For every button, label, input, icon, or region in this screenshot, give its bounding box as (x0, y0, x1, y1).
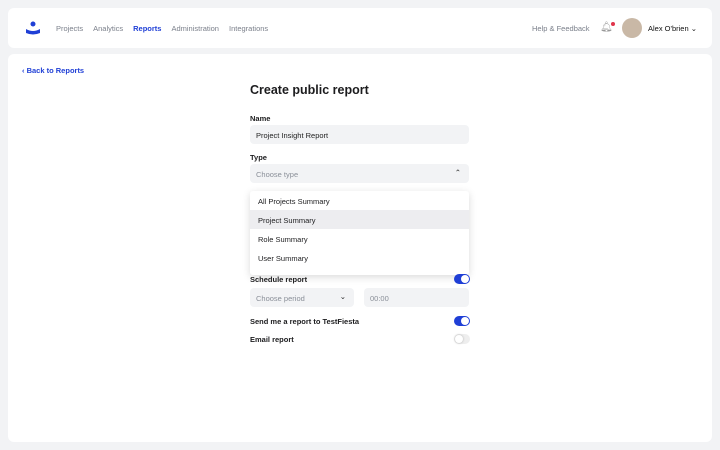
type-placeholder: Choose type (256, 170, 299, 179)
email-toggle[interactable] (454, 334, 470, 344)
back-label: Back to Reports (26, 66, 85, 75)
email-label: Email report (250, 335, 294, 344)
notification-dot (610, 22, 615, 26)
type-label: Type (250, 153, 267, 162)
type-option[interactable]: User Summary (250, 248, 469, 267)
app-logo-icon[interactable] (25, 21, 41, 35)
help-feedback-link[interactable]: Help & Feedback (532, 24, 590, 33)
type-option[interactable]: Project Summary (250, 210, 469, 229)
avatar[interactable] (622, 18, 642, 38)
chevron-down-icon: ⌄ (690, 24, 698, 33)
nav-reports[interactable]: Reports (133, 24, 161, 33)
send-toggle[interactable] (454, 316, 470, 326)
schedule-label: Schedule report (250, 275, 308, 284)
chevron-down-icon: ⌄ (339, 292, 346, 301)
top-nav-bar: Projects Analytics Reports Administratio… (8, 8, 712, 48)
name-input[interactable]: Project Insight Report (250, 125, 469, 144)
period-select[interactable]: Choose period ⌄ (250, 288, 354, 307)
page-title: Create public report (250, 83, 369, 97)
main-panel: ‹ Back to Reports Create public report N… (8, 54, 712, 442)
nav-analytics[interactable]: Analytics (93, 24, 123, 33)
schedule-toggle[interactable] (454, 274, 470, 284)
chevron-up-icon: ⌃ (454, 168, 461, 177)
period-placeholder: Choose period (256, 294, 305, 303)
name-label: Name (250, 114, 271, 123)
nav-integrations[interactable]: Integrations (229, 24, 268, 33)
time-placeholder: 00:00 (370, 294, 389, 303)
type-select[interactable]: Choose type ⌃ (250, 164, 469, 183)
send-label: Send me a report to TestFiesta (250, 317, 360, 326)
type-dropdown: All Projects Summary Project Summary Rol… (250, 191, 469, 275)
bell-icon[interactable]: 🔔︎ (600, 22, 615, 33)
nav-administration[interactable]: Administration (171, 24, 219, 33)
user-name: Alex O'brien (648, 24, 689, 33)
time-input[interactable]: 00:00 (364, 288, 469, 307)
type-option[interactable]: All Projects Summary (250, 191, 469, 210)
nav-projects[interactable]: Projects (56, 24, 83, 33)
type-option[interactable]: Role Summary (250, 229, 469, 248)
user-menu[interactable]: Alex O'brien ⌄ (648, 24, 697, 33)
back-to-reports-link[interactable]: ‹ Back to Reports (22, 66, 84, 75)
